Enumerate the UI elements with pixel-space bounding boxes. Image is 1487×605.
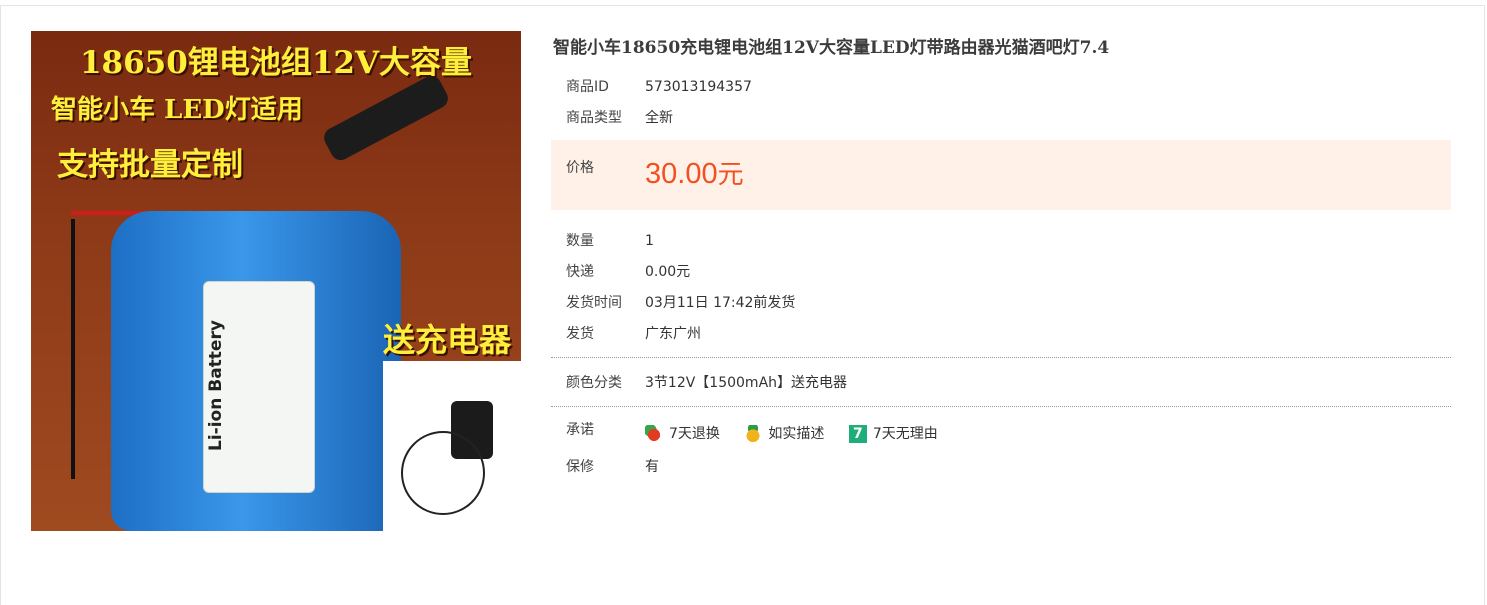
image-custom-line: 支持批量定制: [57, 147, 243, 183]
promise-list: 7天退换 如实描述 7 7天无理由: [645, 423, 958, 445]
product-id-row: 商品ID 573013194357: [551, 76, 1451, 98]
image-headline: 18650锂电池组12V大容量: [79, 45, 473, 81]
origin-value: 广东广州: [645, 326, 701, 342]
quantity-label: 数量: [566, 233, 594, 249]
product-type-value: 全新: [645, 110, 673, 126]
shipping-value: 0.00元: [645, 264, 691, 280]
promise-text: 7天无理由: [872, 426, 938, 442]
product-title: 智能小车18650充电锂电池组12V大容量LED灯带路由器光猫酒吧灯7.4: [553, 38, 1110, 58]
divider: [551, 357, 1451, 358]
quantity-value[interactable]: 1: [645, 230, 654, 252]
seven-days-no-reason-icon: 7: [848, 425, 867, 443]
return-icon: [645, 425, 663, 443]
product-id-label: 商品ID: [566, 79, 609, 95]
shipping-row: 快递 0.00元: [551, 261, 1451, 283]
promise-item-no-reason[interactable]: 7 7天无理由: [848, 423, 938, 445]
quantity-row: 数量 1: [551, 230, 1451, 252]
ship-time-value: 03月11日 17:42前发货: [645, 295, 796, 311]
image-subline: 智能小车 LED灯适用: [51, 95, 303, 125]
ship-time-row: 发货时间 03月11日 17:42前发货: [551, 292, 1451, 314]
product-image[interactable]: Li-ion Battery 18650锂电池组12V大容量 智能小车 LED灯…: [31, 31, 521, 531]
promise-text: 如实描述: [768, 426, 825, 442]
warranty-label: 保修: [566, 459, 594, 475]
promise-label: 承诺: [566, 422, 594, 438]
price-label: 价格: [566, 160, 594, 176]
color-row: 颜色分类 3节12V【1500mAh】送充电器: [551, 372, 1451, 394]
image-gift-line: 送充电器: [383, 321, 512, 359]
promise-item-return[interactable]: 7天退换: [645, 423, 720, 445]
price-value-wrap: 30.00元: [645, 154, 744, 191]
product-type-row: 商品类型 全新: [551, 107, 1451, 129]
price-box: 价格 30.00元: [551, 140, 1451, 210]
shipping-label: 快递: [566, 264, 594, 280]
image-wire-black: [71, 219, 75, 479]
color-value[interactable]: 3节12V【1500mAh】送充电器: [645, 372, 847, 394]
origin-row: 发货 广东广州: [551, 323, 1451, 345]
image-charger-cable: [401, 431, 485, 515]
origin-label: 发货: [566, 326, 594, 342]
image-battery-label-text: Li-ion Battery: [206, 320, 226, 451]
product-type-label: 商品类型: [566, 110, 622, 126]
price-value: 30.00: [645, 158, 718, 190]
warranty-row: 保修 有: [551, 456, 1451, 478]
product-id-value: 573013194357: [645, 79, 752, 95]
promise-text: 7天退换: [669, 426, 720, 442]
color-label: 颜色分类: [566, 375, 622, 391]
accurate-description-icon: [744, 425, 763, 443]
price-unit: 元: [717, 159, 744, 189]
promise-item-description[interactable]: 如实描述: [744, 423, 824, 445]
warranty-value: 有: [645, 459, 659, 475]
ship-time-label: 发货时间: [566, 295, 622, 311]
divider: [551, 406, 1451, 407]
